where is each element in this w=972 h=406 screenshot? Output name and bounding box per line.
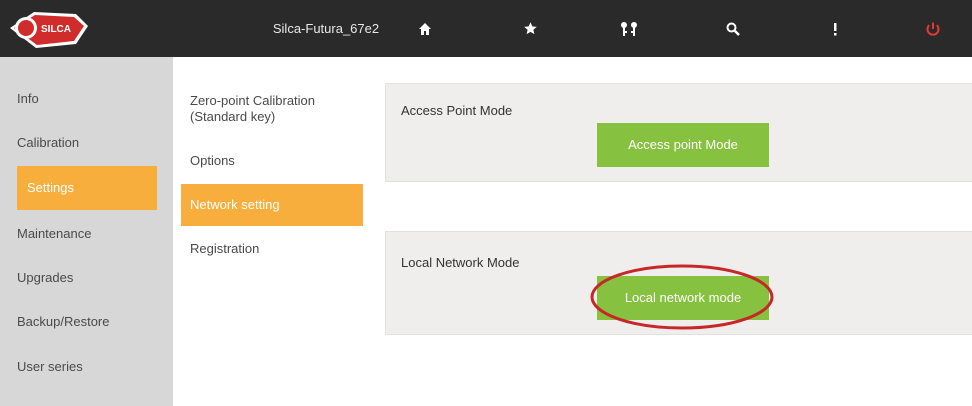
star-icon[interactable]: [510, 0, 550, 57]
keys-icon[interactable]: [609, 0, 649, 57]
access-point-panel: Access Point Mode Access point Mode: [385, 83, 972, 182]
home-icon[interactable]: [405, 0, 445, 57]
local-network-title: Local Network Mode: [401, 255, 520, 270]
sidebar-item-user-series[interactable]: User series: [0, 345, 173, 389]
sidebar-item-maintenance[interactable]: Maintenance: [0, 212, 173, 256]
settings-submenu: Zero-point Calibration (Standard key) Op…: [173, 57, 385, 406]
sidebar-item-upgrades[interactable]: Upgrades: [0, 256, 173, 300]
sidebar-item-backup-restore[interactable]: Backup/Restore: [0, 300, 173, 344]
silca-logo: SILCA: [6, 4, 92, 60]
submenu-item-options[interactable]: Options: [181, 153, 363, 169]
brand-text: SILCA: [41, 24, 71, 35]
info-icon[interactable]: [815, 0, 855, 57]
local-network-panel: Local Network Mode Local network mode: [385, 231, 972, 335]
top-bar: SILCA Silca-Futura_67e2: [0, 0, 972, 57]
power-icon[interactable]: [913, 0, 953, 57]
sidebar-item-info[interactable]: Info: [0, 77, 173, 121]
search-icon[interactable]: [713, 0, 753, 57]
sidebar: Info Calibration Settings Maintenance Up…: [0, 57, 173, 406]
access-point-mode-button[interactable]: Access point Mode: [597, 123, 769, 167]
sidebar-item-calibration[interactable]: Calibration: [0, 121, 173, 165]
submenu-item-network-setting[interactable]: Network setting: [181, 184, 363, 226]
submenu-item-registration[interactable]: Registration: [181, 241, 363, 257]
local-network-mode-button[interactable]: Local network mode: [597, 276, 769, 320]
sidebar-item-settings[interactable]: Settings: [17, 166, 157, 210]
access-point-title: Access Point Mode: [401, 103, 513, 118]
device-name: Silca-Futura_67e2: [272, 21, 380, 36]
submenu-item-zero-point-calibration[interactable]: Zero-point Calibration (Standard key): [181, 93, 331, 125]
